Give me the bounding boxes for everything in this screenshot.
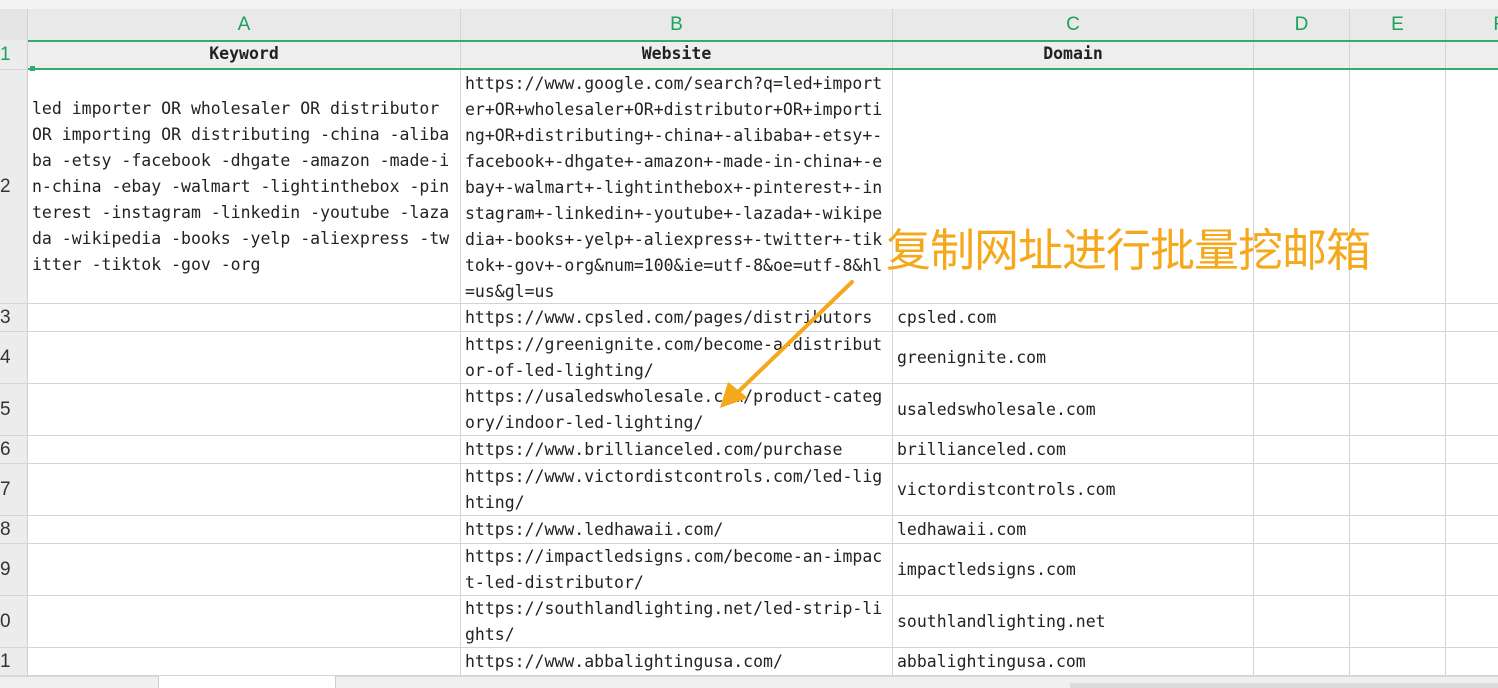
cell[interactable]	[28, 648, 461, 676]
header-website[interactable]: Website	[461, 40, 893, 70]
column-header-b[interactable]: B	[461, 9, 893, 40]
row-header-3[interactable]: 3	[0, 304, 28, 332]
cell[interactable]	[1350, 464, 1446, 516]
cell[interactable]	[1254, 516, 1350, 544]
cell[interactable]	[1254, 304, 1350, 332]
cell[interactable]	[28, 596, 461, 648]
cell[interactable]	[1446, 596, 1498, 648]
website-cell[interactable]: https://usaledswholesale.com/product-cat…	[461, 384, 893, 436]
cell[interactable]	[1254, 436, 1350, 464]
cell[interactable]	[1350, 384, 1446, 436]
spreadsheet[interactable]: ABCDEF 12345678901 KeywordWebsiteDomainl…	[0, 0, 1498, 688]
cell[interactable]	[1446, 516, 1498, 544]
cell[interactable]	[1446, 70, 1498, 304]
website-cell[interactable]: https://greenignite.com/become-a-distrib…	[461, 332, 893, 384]
keyword-cell[interactable]: led importer OR wholesaler OR distributo…	[28, 70, 461, 304]
cell[interactable]	[1350, 304, 1446, 332]
cell[interactable]	[1446, 332, 1498, 384]
domain-cell[interactable]: brillianceled.com	[893, 436, 1254, 464]
domain-cell[interactable]: ledhawaii.com	[893, 516, 1254, 544]
column-header-a[interactable]: A	[28, 9, 461, 40]
sheet-tab[interactable]	[158, 676, 336, 688]
website-cell[interactable]: https://www.brillianceled.com/purchase	[461, 436, 893, 464]
domain-cell[interactable]: greenignite.com	[893, 332, 1254, 384]
cell[interactable]	[1446, 40, 1498, 70]
row-header-10[interactable]: 0	[0, 596, 28, 648]
website-cell[interactable]: https://www.victordistcontrols.com/led-l…	[461, 464, 893, 516]
cell[interactable]	[28, 304, 461, 332]
row-header-2[interactable]: 2	[0, 70, 28, 304]
row-header-6[interactable]: 6	[0, 436, 28, 464]
cell[interactable]	[1350, 516, 1446, 544]
cell[interactable]	[1446, 304, 1498, 332]
cell[interactable]	[1350, 40, 1446, 70]
row-header-11[interactable]: 1	[0, 648, 28, 676]
row-header-8[interactable]: 8	[0, 516, 28, 544]
cell[interactable]	[1254, 464, 1350, 516]
row-header-1[interactable]: 1	[0, 40, 28, 70]
cell[interactable]	[1350, 436, 1446, 464]
domain-cell[interactable]: southlandlighting.net	[893, 596, 1254, 648]
row-header-9[interactable]: 9	[0, 544, 28, 596]
cell[interactable]	[1254, 332, 1350, 384]
website-cell[interactable]: https://www.cpsled.com/pages/distributor…	[461, 304, 893, 332]
select-all-corner[interactable]	[0, 9, 28, 40]
cell[interactable]	[1350, 648, 1446, 676]
cell[interactable]	[1254, 596, 1350, 648]
cell[interactable]	[1254, 544, 1350, 596]
active-row-bottom-border	[28, 68, 1498, 70]
domain-cell[interactable]: victordistcontrols.com	[893, 464, 1254, 516]
column-header-f[interactable]: F	[1446, 9, 1498, 40]
active-row-top-border	[28, 40, 1498, 42]
cell[interactable]	[1254, 384, 1350, 436]
domain-cell[interactable]: impactledsigns.com	[893, 544, 1254, 596]
horizontal-scrollbar[interactable]	[1070, 683, 1498, 688]
cell[interactable]	[28, 464, 461, 516]
website-cell[interactable]: https://www.abbalightingusa.com/	[461, 648, 893, 676]
row-header-4[interactable]: 4	[0, 332, 28, 384]
domain-cell[interactable]: abbalightingusa.com	[893, 648, 1254, 676]
cell[interactable]	[1446, 384, 1498, 436]
website-cell[interactable]: https://southlandlighting.net/led-strip-…	[461, 596, 893, 648]
cell[interactable]	[1350, 596, 1446, 648]
domain-cell[interactable]: cpsled.com	[893, 304, 1254, 332]
cell[interactable]	[28, 516, 461, 544]
cell[interactable]	[28, 436, 461, 464]
header-domain[interactable]: Domain	[893, 40, 1254, 70]
website-cell[interactable]: https://www.ledhawaii.com/	[461, 516, 893, 544]
column-header-c[interactable]: C	[893, 9, 1254, 40]
cell[interactable]	[1446, 648, 1498, 676]
cell[interactable]	[1446, 544, 1498, 596]
cell[interactable]	[1350, 544, 1446, 596]
cell[interactable]	[1446, 436, 1498, 464]
cell[interactable]	[1350, 332, 1446, 384]
toolbar-strip	[0, 0, 1498, 9]
cell[interactable]	[1254, 40, 1350, 70]
search-url-cell[interactable]: https://www.google.com/search?q=led+impo…	[461, 70, 893, 304]
cell[interactable]	[28, 332, 461, 384]
row-header-5[interactable]: 5	[0, 384, 28, 436]
annotation-text: 复制网址进行批量挖邮箱	[886, 224, 1371, 277]
column-header-d[interactable]: D	[1254, 9, 1350, 40]
fill-handle[interactable]	[30, 66, 35, 71]
cell[interactable]	[28, 544, 461, 596]
header-keyword[interactable]: Keyword	[28, 40, 461, 70]
cell[interactable]	[1254, 648, 1350, 676]
website-cell[interactable]: https://impactledsigns.com/become-an-imp…	[461, 544, 893, 596]
cell[interactable]	[28, 384, 461, 436]
cell[interactable]	[1446, 464, 1498, 516]
domain-cell[interactable]: usaledswholesale.com	[893, 384, 1254, 436]
column-header-e[interactable]: E	[1350, 9, 1446, 40]
row-header-7[interactable]: 7	[0, 464, 28, 516]
